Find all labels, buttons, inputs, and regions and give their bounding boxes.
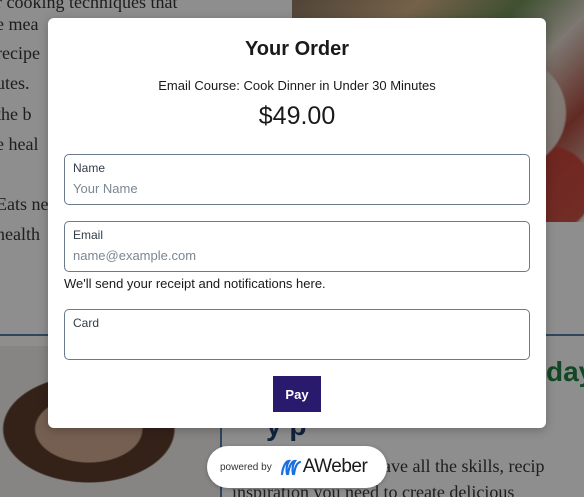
card-input[interactable]: [73, 336, 513, 351]
aweber-logo: AWeber: [280, 456, 368, 478]
powered-by-text: powered by: [220, 461, 272, 473]
email-label: Email: [73, 228, 104, 242]
powered-by-badge[interactable]: powered by AWeber: [207, 446, 387, 488]
bg-text-line: e mea: [0, 14, 39, 34]
card-label: Card: [73, 316, 100, 330]
email-field[interactable]: Email: [64, 221, 530, 272]
aweber-brand: AWeber: [302, 456, 368, 477]
email-hint: We'll send your receipt and notification…: [64, 276, 326, 291]
order-modal: Your Order Email Course: Cook Dinner in …: [48, 18, 546, 428]
name-field[interactable]: Name: [64, 154, 530, 205]
bg-heading-fragment: day: [546, 356, 584, 387]
bg-text-line: the b: [0, 104, 32, 124]
bg-text-line: have all the skills, recip: [374, 456, 545, 476]
name-label: Name: [73, 161, 106, 175]
bg-text-line: health: [0, 224, 40, 244]
bg-text-line: Eats ne: [0, 194, 49, 214]
bg-text-line: e heal: [0, 134, 39, 154]
bg-text-line: r cooking techniques that: [0, 0, 178, 12]
aweber-wave-icon: [280, 459, 301, 476]
name-input[interactable]: [73, 181, 513, 196]
pay-button[interactable]: Pay: [273, 376, 321, 412]
modal-title: Your Order: [244, 38, 350, 60]
bg-text-line: recipe: [0, 43, 40, 63]
course-name: Email Course: Cook Dinner in Under 30 Mi…: [158, 78, 436, 93]
card-field[interactable]: Card: [64, 309, 530, 360]
price: $49.00: [258, 102, 336, 130]
email-input[interactable]: [73, 248, 513, 263]
bg-text-line: utes.: [0, 73, 30, 93]
